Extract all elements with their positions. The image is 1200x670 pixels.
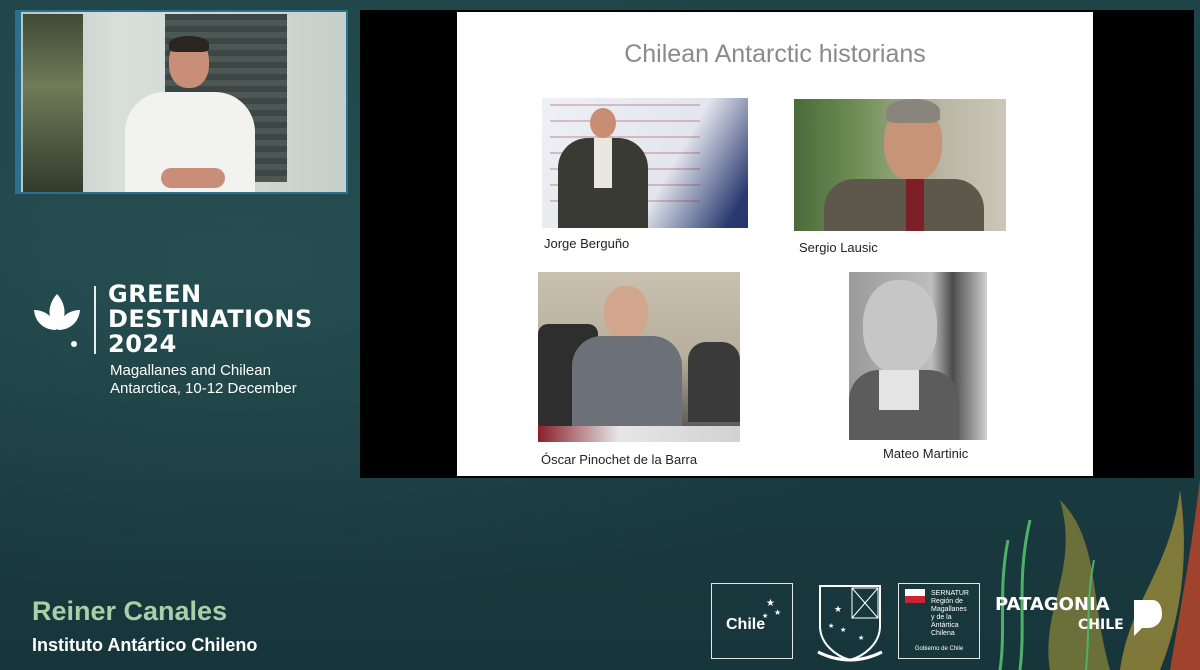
person-head: [604, 286, 648, 340]
speech-bubble-icon: [1132, 600, 1162, 636]
chile-logo: Chile ★ ★ ★: [711, 583, 793, 659]
speaker-organization: Instituto Antártico Chileno: [32, 635, 258, 655]
caption-2: Sergio Lausic: [799, 240, 878, 255]
patagonia-logo-text: PATAGONIA: [995, 594, 1110, 615]
brand-divider: [94, 286, 96, 354]
event-subtitle: Magallanes and Chilean Antarctica, 10-12…: [110, 362, 297, 397]
person-jacket: [824, 179, 984, 231]
person-collar: [879, 370, 919, 410]
speaker-arms: [161, 168, 225, 188]
speaker-hair: [169, 36, 209, 52]
regional-coat-of-arms-icon: ★ ★ ★ ★: [817, 585, 883, 662]
star-icon: ★: [762, 613, 769, 620]
presentation-slide: Chilean Antarctic historians Jorge Bergu…: [457, 12, 1093, 476]
star-icon: ★: [774, 608, 782, 617]
event-brand: GREEN DESTINATIONS 2024 Magallanes and C…: [30, 282, 350, 402]
person-hair: [886, 99, 940, 123]
caption-4: Mateo Martinic: [883, 446, 969, 461]
patagonia-logo-subtext: CHILE: [1078, 617, 1124, 633]
svg-text:★: ★: [828, 622, 834, 630]
event-title: GREEN DESTINATIONS 2024: [108, 280, 313, 358]
background-person: [688, 342, 740, 422]
gobierno-text: Gobierno de Chile: [914, 646, 964, 652]
svg-text:★: ★: [840, 626, 846, 634]
camera-window: [23, 14, 83, 192]
person-tie: [906, 179, 924, 231]
speaker-figure: [125, 36, 255, 192]
camera-edge: [17, 12, 21, 192]
photo-jorge-berguno: [542, 98, 748, 228]
chile-logo-text: Chile: [726, 616, 766, 633]
slide-title: Chilean Antarctic historians: [624, 40, 926, 68]
person-shirt: [594, 138, 612, 188]
caption-3: Óscar Pinochet de la Barra: [541, 452, 698, 467]
photo-sergio-lausic: [794, 99, 1006, 231]
photo-oscar-pinochet: [538, 272, 740, 442]
sernatur-text: SERNATUR Región de Magallanes y de la An…: [931, 590, 969, 637]
person-head: [863, 280, 937, 374]
speaker-name: Reiner Canales: [32, 596, 228, 626]
kelp-decoration-icon: [998, 480, 1200, 670]
sernatur-logo: SERNATUR Región de Magallanes y de la An…: [898, 583, 980, 659]
speaker-video: [15, 10, 348, 194]
svg-text:★: ★: [834, 604, 842, 614]
desk: [538, 426, 740, 442]
caption-1: Jorge Berguño: [544, 236, 630, 251]
leaf-logo-icon: [34, 294, 80, 347]
photo-mateo-martinic: [849, 272, 987, 440]
person-head: [590, 108, 616, 138]
flag-icon: [905, 589, 925, 603]
svg-text:★: ★: [858, 634, 864, 642]
person-jacket: [572, 336, 682, 426]
